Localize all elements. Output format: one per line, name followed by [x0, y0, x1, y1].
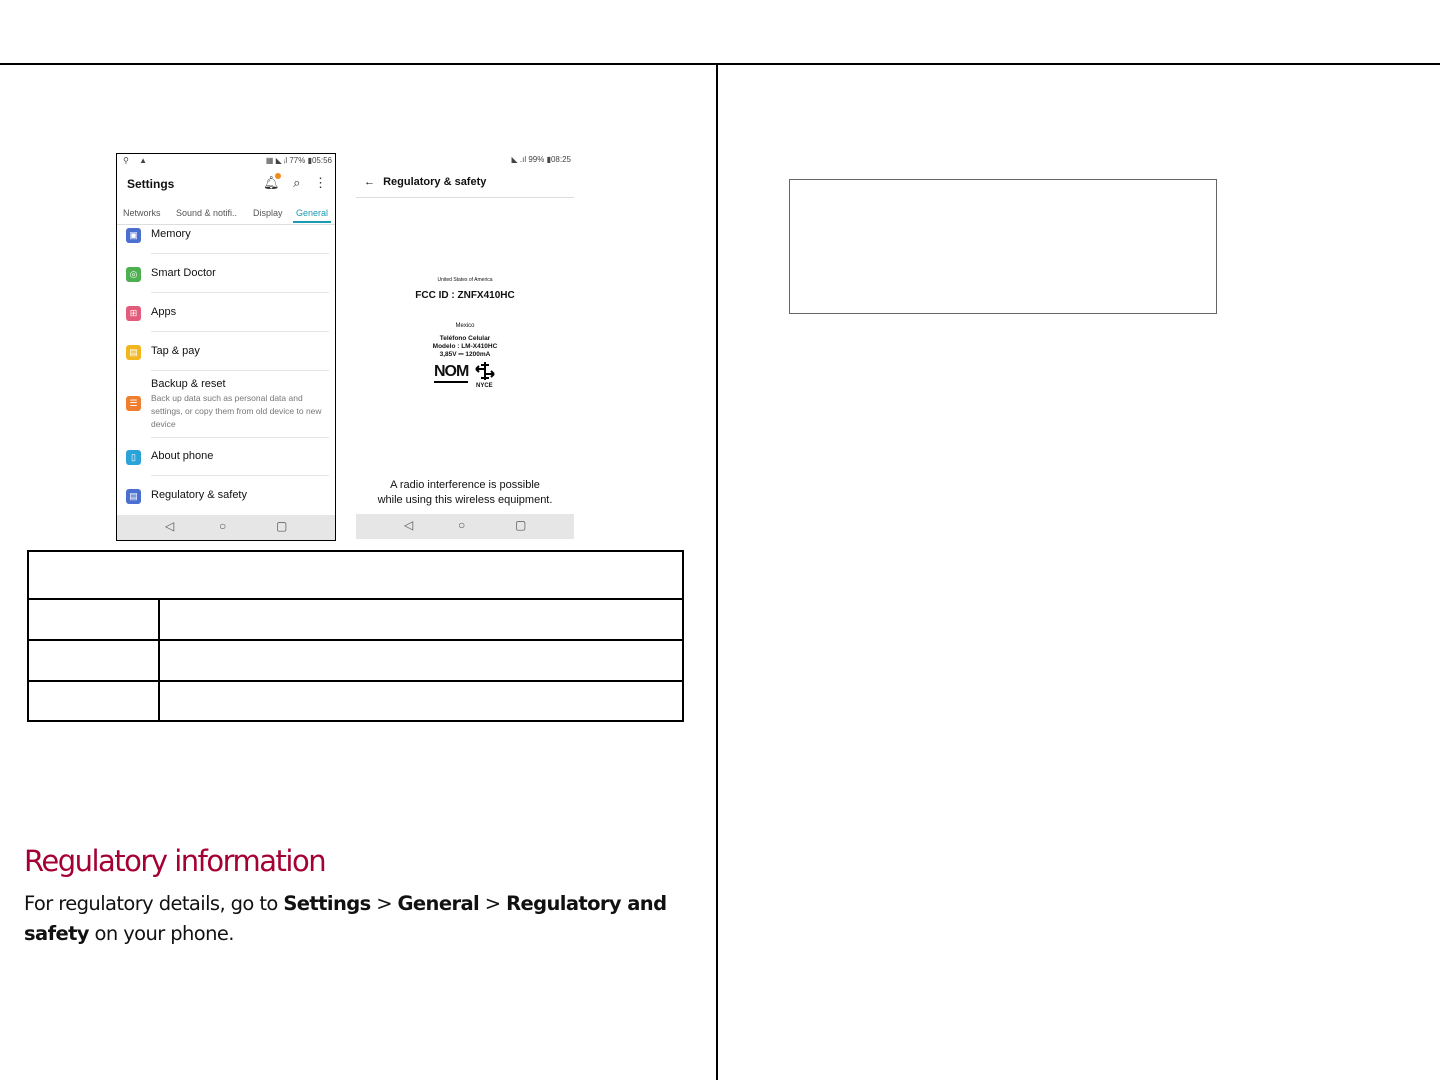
blank-table — [27, 550, 684, 722]
table-row — [27, 639, 684, 682]
recents-nav-icon[interactable]: ▢ — [515, 518, 526, 532]
search-icon[interactable]: ⌕ — [293, 175, 300, 191]
nyce-label: NYCE — [476, 383, 493, 389]
back-nav-icon[interactable]: ◁ — [165, 519, 174, 533]
home-nav-icon[interactable]: ○ — [458, 518, 465, 532]
back-arrow-icon[interactable]: ← — [364, 176, 375, 188]
status-right-icons: ◣ .ıl 99% ▮08:25 — [511, 155, 571, 164]
status-left-icons: ⚲ ▲ — [123, 156, 151, 165]
list-item-label: Backup & reset — [151, 378, 226, 390]
telefono-label: Teléfono Celular — [439, 335, 491, 342]
status-bar: ⚲ ▲ ▦ ◣ ᵢl 77% ▮05:56 — [117, 154, 335, 168]
nom-logo: NOM — [434, 363, 469, 383]
tab-display[interactable]: Display — [253, 208, 283, 218]
header-rule — [0, 63, 1440, 65]
status-right-icons: ▦ ◣ ᵢl 77% ▮05:56 — [265, 156, 332, 165]
divider — [151, 292, 329, 293]
table-cell — [158, 680, 684, 722]
nav-bar: ◁ ○ ▢ — [356, 514, 574, 539]
about-phone-icon: ▯ — [126, 450, 141, 465]
appbar-actions: 🔔︎ ⌕ ⋮ — [253, 173, 327, 191]
radio-notice-line1: A radio interference is possible — [390, 479, 540, 491]
table-cell — [158, 639, 684, 682]
recents-nav-icon[interactable]: ▢ — [276, 519, 287, 533]
table-row — [27, 550, 684, 600]
mexico-label: Mexico — [455, 323, 475, 329]
home-nav-icon[interactable]: ○ — [219, 519, 226, 533]
back-nav-icon[interactable]: ◁ — [404, 518, 413, 532]
list-item-label: Regulatory & safety — [151, 489, 247, 501]
list-item-label: About phone — [151, 450, 214, 462]
tab-general[interactable]: General — [293, 208, 332, 223]
divider — [151, 475, 329, 476]
regulatory-screenshot: ◣ .ıl 99% ▮08:25 ← Regulatory & safety U… — [356, 153, 574, 539]
nav-bar: ◁ ○ ▢ — [117, 515, 335, 540]
table-cell — [27, 680, 160, 722]
list-item-description: Back up data such as personal data and s… — [151, 393, 322, 429]
section-paragraph: For regulatory details, go to Settings >… — [24, 889, 704, 949]
regulatory-title-bar: ← Regulatory & safety — [364, 176, 486, 188]
list-item-label: Apps — [151, 306, 177, 318]
empty-box — [789, 179, 1217, 314]
table-cell — [158, 598, 684, 641]
settings-tabs: Networks Sound & notifi.. Display Genera… — [117, 206, 335, 226]
tab-divider — [117, 224, 335, 225]
para-prefix: For regulatory details, go to — [24, 892, 284, 915]
regulatory-icon: ▤ — [126, 489, 141, 504]
section-heading: Regulatory information — [24, 844, 327, 878]
radio-notice-line2: while using this wireless equipment. — [377, 494, 553, 506]
settings-title: Settings — [127, 177, 175, 191]
list-item-label: Tap & pay — [151, 345, 200, 357]
tap-pay-icon: ▤ — [126, 345, 141, 360]
tab-sound[interactable]: Sound & notifi.. — [176, 208, 237, 218]
more-icon[interactable]: ⋮ — [314, 175, 327, 191]
memory-icon: ▣ — [126, 228, 141, 243]
path-separator: > — [479, 892, 507, 915]
status-bar: ◣ .ıl 99% ▮08:25 — [356, 153, 574, 167]
general-path: General — [397, 892, 480, 915]
path-separator: > — [370, 892, 398, 915]
list-item-label: Memory — [151, 228, 191, 240]
table-row — [27, 598, 684, 641]
table-cell — [27, 598, 160, 641]
table-header-cell — [27, 550, 684, 600]
divider — [151, 370, 329, 371]
divider — [151, 253, 329, 254]
table-cell — [27, 639, 160, 682]
title-divider — [356, 197, 574, 198]
backup-icon: ☰ — [126, 396, 141, 411]
fcc-id: FCC ID : ZNFX410HC — [415, 290, 515, 301]
para-suffix: on your phone. — [88, 922, 235, 945]
settings-screenshot: ⚲ ▲ ▦ ◣ ᵢl 77% ▮05:56 Settings 🔔︎ ⌕ ⋮ Ne… — [116, 153, 336, 541]
table-row — [27, 680, 684, 722]
modelo-label: Modelo : LM-X410HC — [432, 343, 498, 350]
column-divider — [716, 64, 718, 1080]
nyce-logo-icon — [475, 362, 495, 380]
divider — [151, 331, 329, 332]
divider — [151, 437, 329, 438]
smart-doctor-icon: ◎ — [126, 267, 141, 282]
regulatory-title: Regulatory & safety — [383, 176, 487, 188]
usa-label: United States of America — [437, 277, 493, 283]
tab-networks[interactable]: Networks — [123, 208, 161, 218]
apps-icon: ⊞ — [126, 306, 141, 321]
rating-label: 3,85V ⎓ 1200mA — [439, 351, 491, 358]
bell-icon[interactable]: 🔔︎ — [263, 173, 282, 191]
list-item-label: Smart Doctor — [151, 267, 216, 279]
settings-path: Settings — [283, 892, 371, 915]
